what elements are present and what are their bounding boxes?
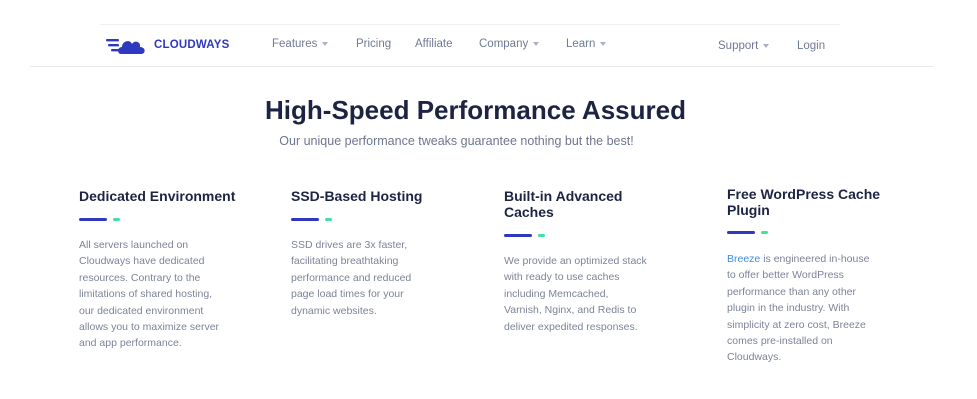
feature-title-line: Free WordPress Cache [727,186,881,202]
accent-bar-green [761,231,768,234]
cloud-speed-icon [106,39,145,54]
feature-title-line: Built-in Advanced [504,188,623,204]
feature-description: SSD drives are 3x faster, facilitating b… [291,237,411,319]
feature-title: SSD-Based Hosting [291,188,423,204]
desc-line: allows you to maximize server [79,321,220,334]
desc-line: comes pre-installed on [727,335,833,348]
desc-line: simplicity at zero cost, Breeze [727,318,866,331]
nav-company-label: Company [479,38,529,50]
desc-line: Cloudways. [727,351,782,364]
desc-line: We provide an optimized stack [504,255,647,267]
desc-line: SSD drives are 3x faster, [291,239,408,251]
chevron-down-icon [533,42,540,46]
desc-line: dynamic websites. [291,304,377,317]
accent-bar-blue [727,231,755,234]
desc-line: Cloudways have dedicated [79,255,205,268]
feature-description: All servers launched on Cloudways have d… [79,237,219,352]
desc-line-rest: is engineered in-house [760,253,870,265]
chevron-down-icon [763,44,770,48]
nav-features-label: Features [272,38,318,50]
desc-line: facilitating breathtaking [291,255,399,268]
desc-line: resources. Contrary to the [79,271,201,284]
feature-title: Free WordPress Cache Plugin [727,186,880,218]
page-subtitle: Our unique performance tweaks guarantee … [279,134,634,148]
desc-line: to offer better WordPress [727,269,844,282]
nav-support-label: Support [718,40,759,52]
desc-line: Varnish, Nginx, and Redis to [504,304,637,317]
logo[interactable]: CLOUDWAYS [106,33,230,57]
desc-line: performance than any other [727,285,856,298]
desc-line: and app performance. [79,337,182,350]
feature-title-line: Plugin [727,202,770,218]
brand-name: CLOUDWAYS [154,39,230,51]
chevron-down-icon [600,42,607,46]
desc-line: our dedicated environment [79,304,204,317]
desc-line: page load times for your [291,288,404,301]
accent-bar-blue [79,218,107,221]
chevron-down-icon [322,42,329,46]
feature-description: We provide an optimized stack with ready… [504,253,647,335]
nav-pricing-label: Pricing [356,38,392,50]
desc-line: including Memcached, [504,287,609,300]
desc-line: performance and reduced [291,271,412,284]
accent-bar-blue [291,218,319,221]
desc-line: plugin in the industry. With [727,302,850,315]
feature-title-line: Caches [504,204,554,220]
nav-pricing[interactable]: Pricing [356,38,391,50]
feature-description: Breeze is engineered in-house to offer b… [727,251,869,366]
nav-affiliate[interactable]: Affiliate [415,38,453,50]
nav-company[interactable]: Company [479,38,540,50]
accent-bar-green [538,234,545,237]
nav-support[interactable]: Support [718,40,770,52]
desc-line: Breeze is engineered in-house [727,251,869,267]
accent-bar-green [325,218,332,221]
feature-title: Built-in Advanced Caches [504,188,623,220]
nav-login[interactable]: Login [797,40,825,52]
nav-features[interactable]: Features [272,38,329,50]
desc-line: with ready to use caches [504,271,620,284]
nav-learn-label: Learn [566,38,596,50]
nav-login-label: Login [797,40,826,52]
desc-line: limitations of shared hosting, [79,288,213,301]
nav-learn[interactable]: Learn [566,38,607,50]
accent-bar-blue [504,234,532,237]
desc-line: All servers launched on [79,239,189,251]
accent-bar-green [113,218,120,221]
nav-affiliate-label: Affiliate [415,38,453,50]
feature-title: Dedicated Environment [79,188,236,204]
desc-line: deliver expedited responses. [504,320,638,333]
breeze-link[interactable]: Breeze [727,253,760,265]
page-title: High-Speed Performance Assured [265,95,686,125]
